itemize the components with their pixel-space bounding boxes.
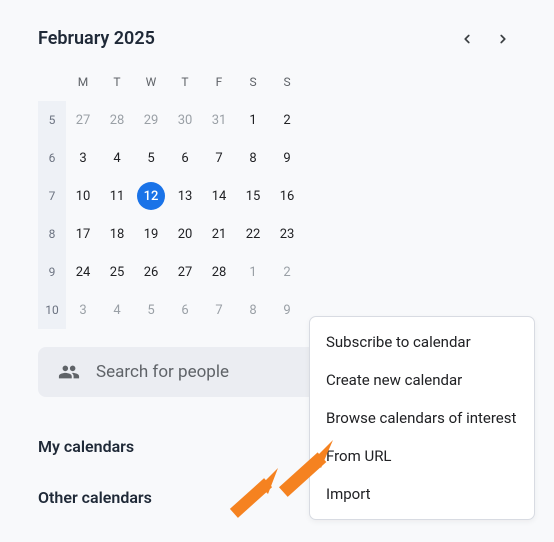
calendar-day[interactable]: 26 [134,253,168,291]
calendar-day[interactable]: 9 [270,291,304,329]
weekday-header: M [66,63,100,101]
calendar-day[interactable]: 11 [100,177,134,215]
prev-month-button[interactable] [460,32,474,46]
calendar-day[interactable]: 3 [66,291,100,329]
calendar-day[interactable]: 27 [66,101,100,139]
week-number: 7 [38,177,66,215]
week-number: 6 [38,139,66,177]
calendar-day[interactable]: 30 [168,101,202,139]
add-calendar-menu: Subscribe to calendar Create new calenda… [309,316,535,520]
weekday-header: T [100,63,134,101]
calendar-day[interactable]: 1 [236,253,270,291]
calendar-day[interactable]: 17 [66,215,100,253]
calendar-day[interactable]: 29 [134,101,168,139]
calendar-day[interactable]: 18 [100,215,134,253]
week-number: 10 [38,291,66,329]
calendar-day[interactable]: 5 [134,139,168,177]
next-month-button[interactable] [496,32,510,46]
calendar-day[interactable]: 21 [202,215,236,253]
calendar-day[interactable]: 7 [202,291,236,329]
week-number: 5 [38,101,66,139]
my-calendars-title[interactable]: My calendars [38,437,134,456]
weekday-header: S [236,63,270,101]
calendar-day[interactable]: 24 [66,253,100,291]
calendar-day[interactable]: 27 [168,253,202,291]
weekday-header: W [134,63,168,101]
calendar-day[interactable]: 28 [100,101,134,139]
calendar-day[interactable]: 31 [202,101,236,139]
calendar-day[interactable]: 12 [134,177,168,215]
menu-browse[interactable]: Browse calendars of interest [310,409,534,427]
week-number: 9 [38,253,66,291]
calendar-day[interactable]: 8 [236,291,270,329]
menu-from-url[interactable]: From URL [310,447,534,465]
calendar-day[interactable]: 16 [270,177,304,215]
calendar-day[interactable]: 7 [202,139,236,177]
calendar-day[interactable]: 8 [236,139,270,177]
calendar-day[interactable]: 3 [66,139,100,177]
calendar-day[interactable]: 22 [236,215,270,253]
calendar-day[interactable]: 15 [236,177,270,215]
people-icon [58,361,80,383]
calendar-day[interactable]: 25 [100,253,134,291]
calendar-day[interactable]: 6 [168,139,202,177]
calendar-day[interactable]: 4 [100,139,134,177]
calendar-day[interactable]: 4 [100,291,134,329]
menu-import[interactable]: Import [310,485,534,503]
calendar-day[interactable]: 2 [270,253,304,291]
calendar-day[interactable]: 6 [168,291,202,329]
calendar-day[interactable]: 28 [202,253,236,291]
calendar-day[interactable]: 10 [66,177,100,215]
calendar-title: February 2025 [38,28,460,49]
calendar-day[interactable]: 2 [270,101,304,139]
calendar-day[interactable]: 13 [168,177,202,215]
calendar-day[interactable]: 20 [168,215,202,253]
calendar-day[interactable]: 23 [270,215,304,253]
people-search-placeholder: Search for people [96,362,229,382]
weekday-header: S [270,63,304,101]
menu-subscribe[interactable]: Subscribe to calendar [310,333,534,351]
mini-calendar: MTWTFSS527282930311263456789710111213141… [38,63,516,329]
week-number: 8 [38,215,66,253]
calendar-day[interactable]: 5 [134,291,168,329]
calendar-day[interactable]: 19 [134,215,168,253]
calendar-day[interactable]: 9 [270,139,304,177]
calendar-day[interactable]: 14 [202,177,236,215]
weekday-header: F [202,63,236,101]
weekday-header: T [168,63,202,101]
calendar-day[interactable]: 1 [236,101,270,139]
menu-create-new[interactable]: Create new calendar [310,371,534,389]
other-calendars-title[interactable]: Other calendars [38,488,152,507]
